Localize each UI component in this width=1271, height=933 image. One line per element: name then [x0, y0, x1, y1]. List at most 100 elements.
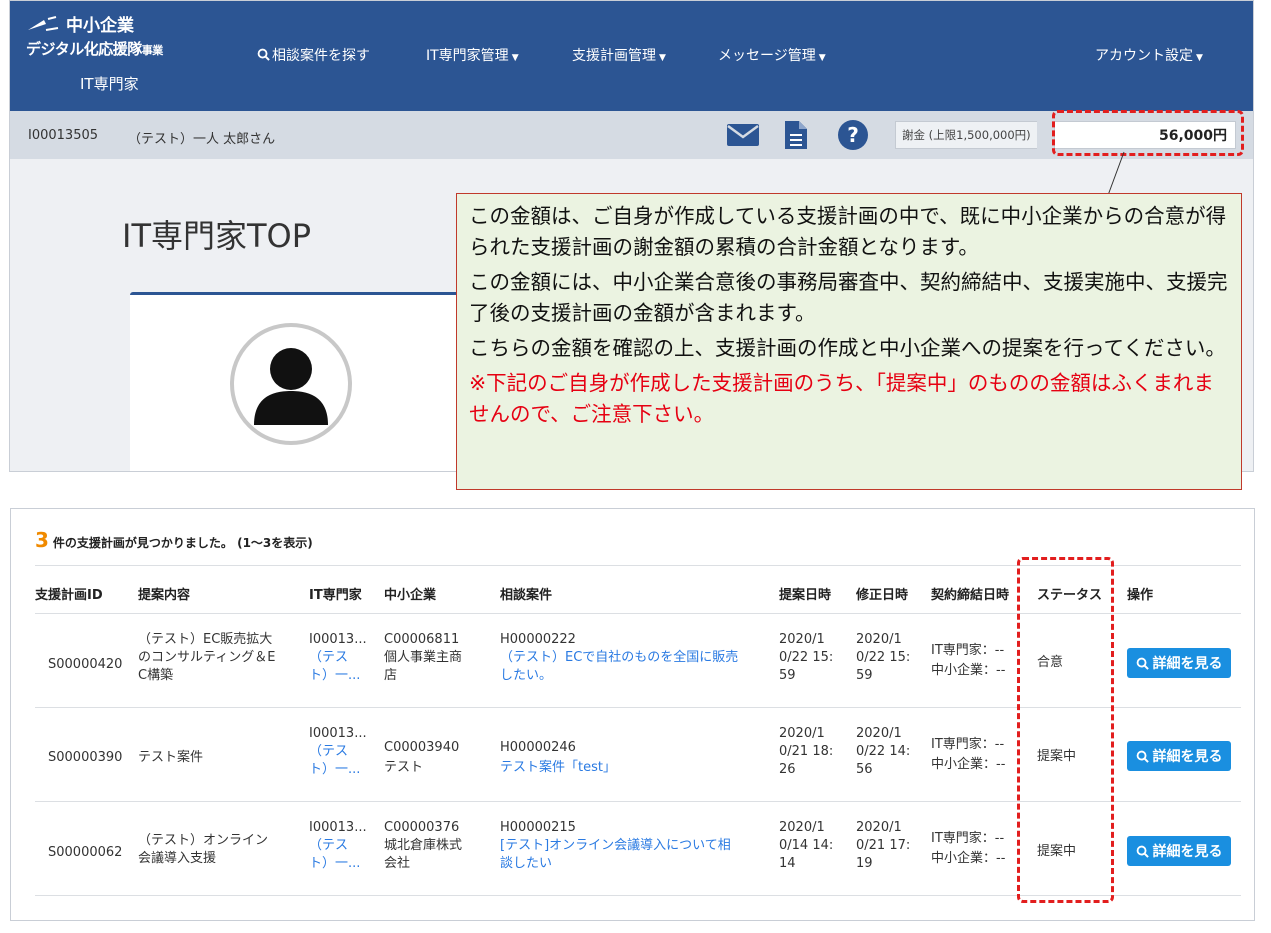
logo-line2: デジタル化応援隊	[26, 40, 142, 58]
case-id: H00000246	[500, 740, 576, 755]
case-cell: H00000246 テスト案件「test」	[500, 738, 616, 778]
nav-search-cases[interactable]: 相談案件を探す	[257, 45, 370, 65]
profile-card	[130, 292, 470, 471]
search-icon	[1136, 845, 1149, 858]
status-text: 提案中	[1037, 749, 1077, 764]
column-header: IT専門家	[309, 588, 362, 603]
row-divider	[35, 895, 1241, 896]
column-header: 提案内容	[138, 588, 191, 603]
document-button[interactable]	[780, 119, 812, 151]
help-button[interactable]: ?	[837, 119, 869, 151]
expert-link[interactable]: （テス ト）一...	[309, 743, 367, 779]
expert-id: I00013...	[309, 632, 367, 647]
case-link[interactable]: テスト案件「test」	[500, 758, 616, 778]
expert-link[interactable]: （テス ト）一...	[309, 837, 367, 873]
plan-results-panel: 3 件の支援計画が見つかりました。 (1〜3を表示) 支援計画ID 提案内容 IT…	[10, 508, 1255, 921]
column-header: 提案日時	[779, 588, 832, 603]
nav-expert-management[interactable]: IT専門家管理 ▼	[426, 45, 519, 65]
logo-suffix: 事業	[141, 44, 164, 57]
row-divider	[35, 707, 1241, 708]
svg-text:?: ?	[847, 123, 859, 147]
logo-brush-icon	[28, 15, 59, 31]
document-icon	[785, 121, 807, 149]
result-count: 3	[35, 528, 49, 552]
expert-cell: I00013... （テス ト）一...	[309, 725, 367, 779]
logo[interactable]: 中小企業 デジタル化応援隊事業 IT専門家	[26, 11, 163, 94]
column-header: 修正日時	[856, 588, 909, 603]
modified-date: 2020/1 0/22 15: 59	[856, 632, 911, 683]
status-text: 提案中	[1037, 844, 1077, 859]
callout-text-3: こちらの金額を確認の上、支援計画の作成と中小企業への提案を行ってください。	[469, 336, 1226, 360]
role-label: IT専門家	[80, 75, 139, 93]
sme-id: C00000376	[384, 820, 460, 835]
caret-down-icon: ▼	[659, 53, 666, 63]
plan-id: S00000390	[48, 750, 123, 765]
caret-down-icon: ▼	[1196, 53, 1203, 63]
expert-cell: I00013... （テス ト）一...	[309, 819, 367, 873]
page-title: IT専門家TOP	[122, 217, 312, 255]
avatar	[230, 323, 352, 445]
proposed-date: 2020/1 0/21 18: 26	[779, 726, 834, 777]
view-detail-button[interactable]: 詳細を見る	[1127, 648, 1231, 678]
column-header: 支援計画ID	[35, 588, 103, 603]
fee-explanation-callout: この金額は、ご自身が作成している支援計画の中で、既に中小企業からの合意が得られた…	[456, 193, 1242, 490]
logo-line1: 中小企業	[66, 16, 134, 36]
callout-text-2: この金額には、中小企業合意後の事務局審査中、契約締結中、支援実施中、支援完了後の…	[469, 270, 1228, 325]
search-icon	[257, 48, 270, 61]
sme-cell: C00000376 城北倉庫株式 会社	[384, 820, 463, 871]
case-cell: H00000222 （テスト）ECで自社のものを全国に販売 したい。	[500, 631, 738, 685]
column-header: 操作	[1127, 588, 1154, 603]
result-text: 件の支援計画が見つかりました。 (1〜3を表示)	[52, 536, 313, 550]
fee-total: 56,000円	[1054, 121, 1236, 149]
modified-date: 2020/1 0/21 17: 19	[856, 820, 911, 871]
view-detail-button[interactable]: 詳細を見る	[1127, 741, 1231, 771]
user-bar: I00013505 （テスト）一人 太郎さん ? 謝金 (上限1,500,000…	[10, 111, 1253, 159]
callout-text-1: この金額は、ご自身が作成している支援計画の中で、既に中小企業からの合意が得られた…	[469, 204, 1227, 259]
plan-id: S00000420	[48, 657, 123, 672]
navbar: 中小企業 デジタル化応援隊事業 IT専門家 相談案件を探す IT専門家管理 ▼ 支…	[10, 1, 1253, 111]
modified-date: 2020/1 0/22 14: 56	[856, 726, 911, 777]
contract-date: IT専門家：-- 中小企業：--	[931, 643, 1006, 678]
proposed-date: 2020/1 0/14 14: 14	[779, 820, 834, 871]
caret-down-icon: ▼	[511, 53, 519, 63]
proposal-content: テスト案件	[138, 750, 204, 765]
expert-cell: I00013... （テス ト）一...	[309, 631, 367, 685]
expert-id: I00013...	[309, 726, 367, 741]
sme-name: 個人事業主商	[384, 650, 463, 665]
nav-account-settings[interactable]: アカウント設定 ▼	[1095, 45, 1203, 65]
sme-id: C00003940	[384, 740, 460, 755]
case-link[interactable]: （テスト）ECで自社のものを全国に販売 したい。	[500, 649, 738, 685]
message-button[interactable]	[727, 119, 759, 151]
plan-id: S00000062	[48, 845, 123, 860]
search-icon	[1136, 657, 1149, 670]
result-summary: 3 件の支援計画が見つかりました。 (1〜3を表示)	[35, 528, 313, 552]
case-link[interactable]: [テスト]オンライン会議導入について相 談したい	[500, 837, 731, 873]
column-header: ステータス	[1037, 588, 1103, 603]
column-header: 相談案件	[500, 588, 553, 603]
sme-cell: C00006811 個人事業主商 店	[384, 632, 463, 683]
nav-message-management[interactable]: メッセージ管理 ▼	[718, 45, 826, 65]
caret-down-icon: ▼	[818, 53, 826, 63]
contract-date: IT専門家：-- 中小企業：--	[931, 831, 1006, 866]
fee-label: 謝金 (上限1,500,000円)	[895, 121, 1037, 149]
expert-link[interactable]: （テス ト）一...	[309, 649, 367, 685]
column-header: 中小企業	[384, 588, 437, 603]
sme-id: C00006811	[384, 632, 460, 647]
view-detail-button[interactable]: 詳細を見る	[1127, 836, 1231, 866]
callout-warning: ※下記のご自身が作成した支援計画のうち、「提案中」のものの金額はふくまれませんの…	[469, 371, 1214, 426]
status-text: 合意	[1037, 655, 1064, 670]
row-divider	[35, 801, 1241, 802]
contract-date: IT専門家：-- 中小企業：--	[931, 737, 1006, 772]
table-divider	[35, 565, 1241, 566]
nav-plan-management[interactable]: 支援計画管理 ▼	[572, 45, 666, 65]
proposed-date: 2020/1 0/22 15: 59	[779, 632, 834, 683]
expert-id: I00013...	[309, 820, 367, 835]
help-icon: ?	[838, 120, 868, 150]
case-id: H00000222	[500, 632, 576, 647]
user-id: I00013505	[28, 128, 99, 143]
user-name: （テスト）一人 太郎さん	[128, 132, 276, 147]
sme-name: テスト	[384, 760, 424, 775]
case-id: H00000215	[500, 820, 576, 835]
search-icon	[1136, 750, 1149, 763]
avatar-icon	[254, 348, 328, 425]
